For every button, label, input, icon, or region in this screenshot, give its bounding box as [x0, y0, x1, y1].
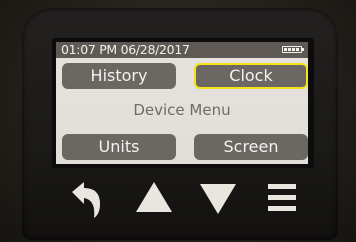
- up-key[interactable]: [124, 174, 184, 222]
- down-key[interactable]: [188, 174, 248, 222]
- history-button[interactable]: History: [62, 63, 176, 89]
- device-body: 01:07 PM 06/28/2017 History Clock Device…: [0, 0, 356, 242]
- battery-level-fill: [284, 48, 300, 51]
- clock-button[interactable]: Clock: [194, 63, 308, 89]
- screen-button[interactable]: Screen: [194, 134, 308, 160]
- menu-key[interactable]: [252, 174, 312, 222]
- status-datetime: 01:07 PM 06/28/2017: [61, 42, 190, 57]
- back-arrow-icon: [72, 182, 100, 218]
- units-button[interactable]: Units: [62, 134, 176, 160]
- hamburger-menu-icon: [268, 184, 296, 211]
- battery-icon: [282, 46, 304, 53]
- display-screen: 01:07 PM 06/28/2017 History Clock Device…: [56, 42, 308, 164]
- triangle-up-icon: [136, 182, 172, 212]
- menu-title: Device Menu: [133, 101, 231, 119]
- back-key[interactable]: [54, 174, 114, 222]
- status-bar: 01:07 PM 06/28/2017: [56, 42, 308, 58]
- triangle-down-icon: [200, 184, 236, 214]
